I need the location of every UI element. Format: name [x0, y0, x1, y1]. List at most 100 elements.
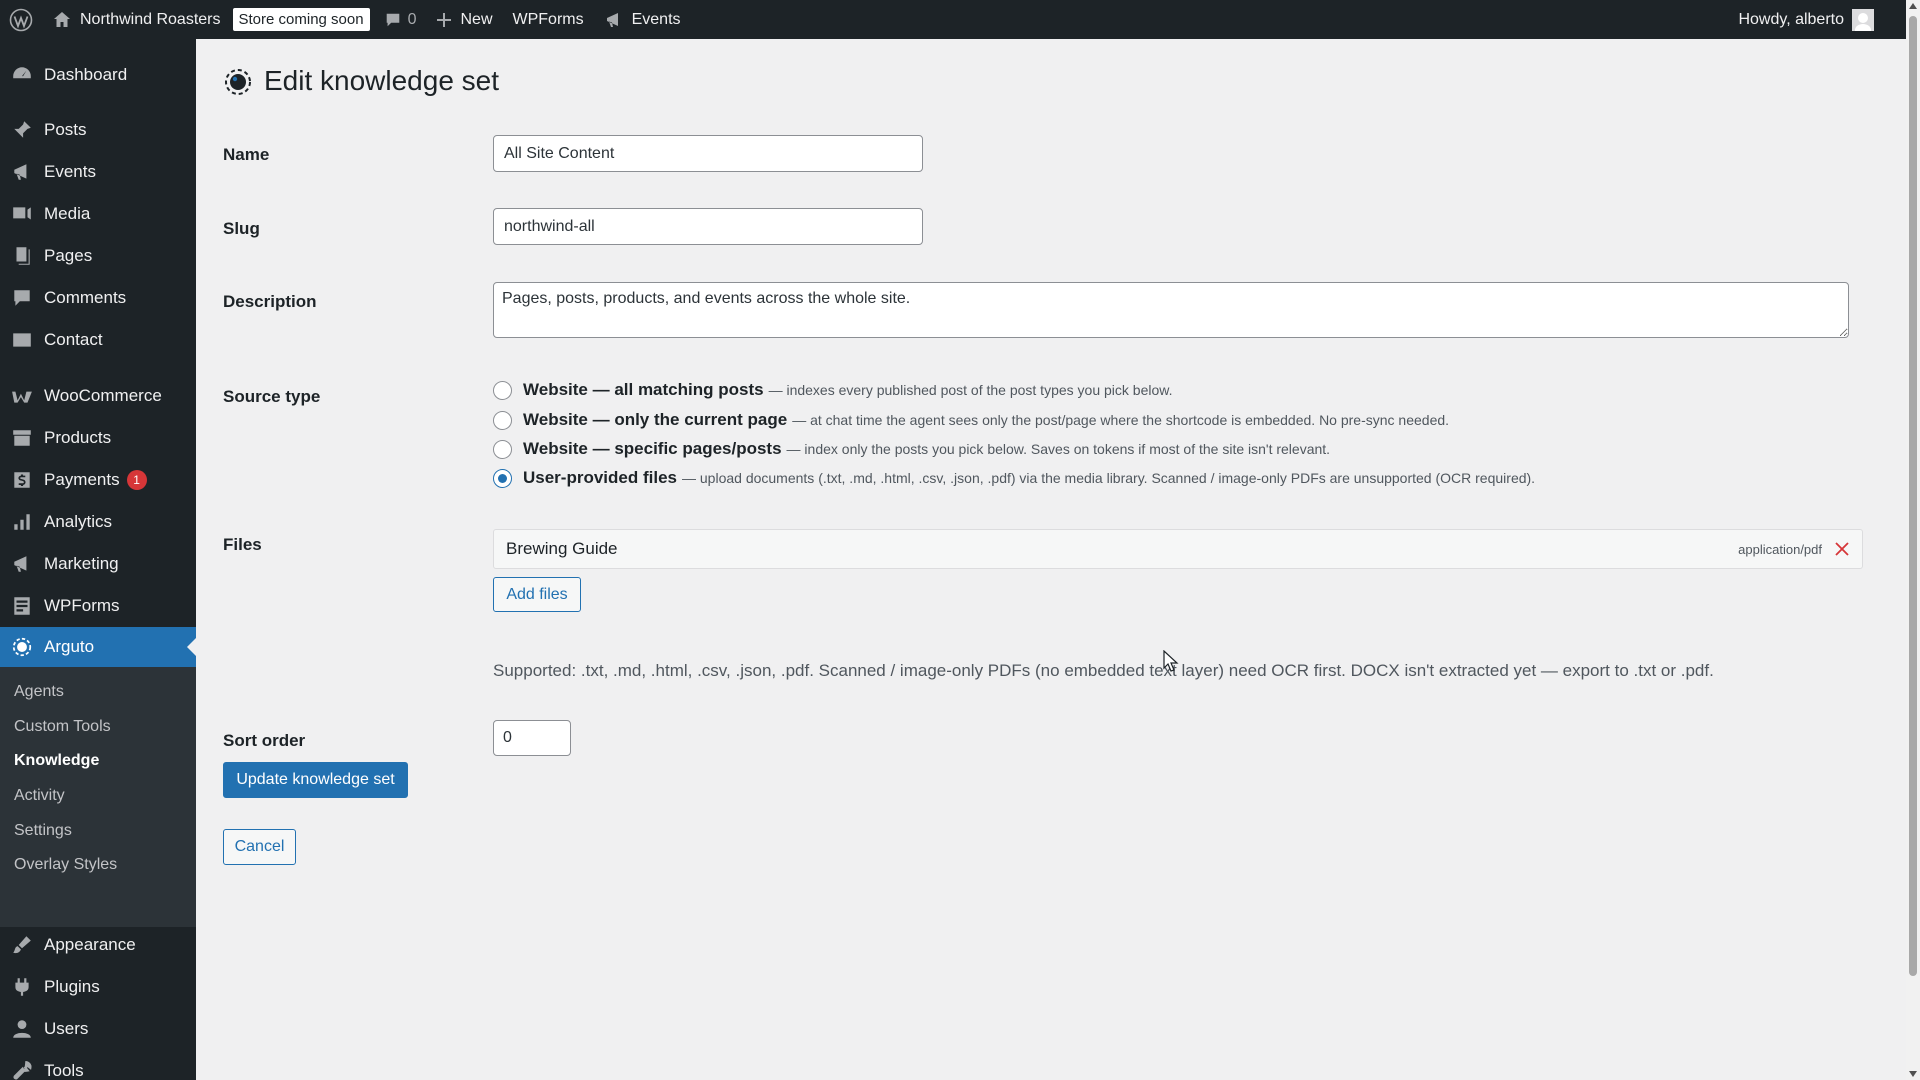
source-option-specific-pages[interactable]: Website — specific pages/posts — index o… — [493, 439, 1330, 459]
file-mime-type: application/pdf — [1738, 541, 1822, 557]
sidebar-item-label: Plugins — [44, 977, 100, 996]
source-option-user-files[interactable]: User-provided files — upload documents (… — [493, 468, 1535, 488]
supported-formats-text: Supported: .txt, .md, .html, .csv, .json… — [493, 661, 1714, 680]
sidebar-item-tools[interactable]: Tools — [0, 1051, 196, 1080]
admin-bar: Northwind Roasters Store coming soon 0 N… — [0, 0, 1920, 39]
sidebar-item-media[interactable]: Media — [0, 194, 196, 234]
description-label: Description — [223, 292, 317, 311]
name-input[interactable] — [493, 135, 923, 172]
submenu-item-overlay-styles[interactable]: Overlay Styles — [14, 856, 117, 874]
sidebar-item-label: Products — [44, 428, 112, 447]
option-title: Website — specific pages/posts — [523, 439, 782, 458]
sidebar-item-label: WooCommerce — [44, 386, 162, 405]
pages-icon — [0, 245, 44, 267]
dollar-icon — [0, 469, 44, 491]
account-menu[interactable]: Howdy, alberto — [1738, 8, 1920, 31]
submenu-item-custom-tools[interactable]: Custom Tools — [14, 718, 111, 736]
sidebar-item-plugins[interactable]: Plugins — [0, 967, 196, 1007]
comment-icon — [0, 287, 44, 309]
avatar — [1852, 8, 1874, 31]
option-desc: — at chat time the agent sees only the p… — [792, 412, 1450, 428]
woo-icon — [0, 385, 44, 407]
payments-count-badge: 1 — [126, 470, 147, 490]
option-desc: — index only the posts you pick below. S… — [786, 441, 1331, 457]
chart-icon — [0, 511, 44, 533]
greeting: Howdy, alberto — [1738, 10, 1844, 28]
sidebar-item-label: Events — [44, 162, 96, 181]
sidebar-item-comments[interactable]: Comments — [0, 278, 196, 318]
radio-all-posts[interactable] — [493, 380, 512, 400]
submenu-item-settings[interactable]: Settings — [14, 822, 72, 840]
add-files-button[interactable]: Add files — [493, 577, 581, 612]
sidebar-item-events[interactable]: Events — [0, 152, 196, 192]
scrollbar-thumb[interactable] — [1909, 16, 1917, 976]
page-heading: Edit knowledge set — [222, 65, 499, 97]
sidebar-item-pages[interactable]: Pages — [0, 236, 196, 276]
sidebar-item-dashboard[interactable]: Dashboard — [0, 55, 196, 95]
media-icon — [0, 203, 44, 225]
description-textarea[interactable]: Pages, posts, products, and events acros… — [493, 282, 1849, 338]
sidebar-item-label: Appearance — [44, 935, 136, 954]
file-list-item: Brewing Guide application/pdf — [493, 529, 1863, 569]
cancel-button[interactable]: Cancel — [223, 829, 296, 865]
wordpress-logo-icon[interactable] — [0, 0, 42, 39]
scroll-up-icon[interactable] — [1909, 3, 1917, 9]
option-desc: — upload documents (.txt, .md, .html, .c… — [682, 470, 1536, 486]
sidebar-item-users[interactable]: Users — [0, 1009, 196, 1049]
events-link[interactable]: Events — [594, 0, 691, 39]
file-name: Brewing Guide — [506, 539, 618, 558]
slug-input[interactable] — [493, 208, 923, 245]
submenu-item-knowledge[interactable]: Knowledge — [14, 752, 99, 770]
sidebar-item-contact[interactable]: Contact — [0, 320, 196, 360]
megaphone-icon — [606, 12, 618, 27]
sidebar-item-label: Contact — [44, 330, 103, 349]
user-icon — [0, 1018, 44, 1040]
comments-count: 0 — [407, 10, 417, 28]
sidebar-item-label: Arguto — [44, 637, 95, 656]
remove-file-icon[interactable] — [1832, 539, 1852, 559]
arguto-submenu: Agents Custom Tools Knowledge Activity S… — [0, 667, 196, 927]
name-label: Name — [223, 145, 270, 164]
source-type-label: Source type — [223, 387, 321, 406]
sidebar-item-marketing[interactable]: Marketing — [0, 544, 196, 584]
submenu-item-activity[interactable]: Activity — [14, 787, 65, 805]
radio-user-files[interactable] — [493, 468, 512, 488]
comments-link[interactable]: 0 — [374, 0, 427, 39]
radio-specific-pages[interactable] — [493, 439, 512, 459]
site-name-link[interactable]: Northwind Roasters — [42, 0, 231, 39]
mouse-cursor-icon — [1163, 650, 1179, 672]
source-option-current-page[interactable]: Website — only the current page — at cha… — [493, 410, 1449, 430]
wrench-icon — [0, 1060, 44, 1080]
sidebar-item-appearance[interactable]: Appearance — [0, 925, 196, 965]
sidebar-item-arguto[interactable]: Arguto — [0, 627, 196, 667]
source-option-all-posts[interactable]: Website — all matching posts — indexes e… — [493, 380, 1172, 400]
store-status-badge[interactable]: Store coming soon — [232, 8, 370, 31]
sidebar-item-wpforms[interactable]: WPForms — [0, 586, 196, 626]
pin-icon — [0, 119, 44, 141]
sidebar-item-analytics[interactable]: Analytics — [0, 502, 196, 542]
sidebar-item-label: Pages — [44, 246, 93, 265]
sort-order-input[interactable] — [493, 720, 571, 756]
option-desc: — indexes every published post of the po… — [768, 382, 1173, 398]
sidebar-item-posts[interactable]: Posts — [0, 110, 196, 150]
submenu-item-agents[interactable]: Agents — [14, 683, 64, 701]
mail-icon — [0, 329, 44, 351]
wpforms-link[interactable]: WPForms — [503, 0, 594, 39]
sidebar-item-woocommerce[interactable]: WooCommerce — [0, 376, 196, 416]
scroll-down-icon[interactable] — [1909, 1071, 1917, 1077]
arguto-icon — [0, 636, 44, 658]
radio-current-page[interactable] — [493, 410, 512, 430]
sidebar-item-label: Media — [44, 204, 91, 223]
wpforms-label: WPForms — [512, 10, 584, 28]
sort-order-label: Sort order — [223, 731, 306, 750]
sidebar-item-products[interactable]: Products — [0, 418, 196, 458]
sidebar-item-payments[interactable]: Payments 1 — [0, 460, 196, 500]
new-content-link[interactable]: New — [426, 0, 502, 39]
update-knowledge-set-button[interactable]: Update knowledge set — [223, 762, 408, 798]
option-title: User-provided files — [523, 468, 677, 487]
megaphone-icon — [0, 161, 44, 183]
site-name: Northwind Roasters — [80, 10, 221, 28]
sidebar-item-label: Dashboard — [44, 65, 128, 84]
page-scrollbar[interactable] — [1906, 0, 1920, 1080]
sidebar-item-label: WPForms — [44, 596, 120, 615]
